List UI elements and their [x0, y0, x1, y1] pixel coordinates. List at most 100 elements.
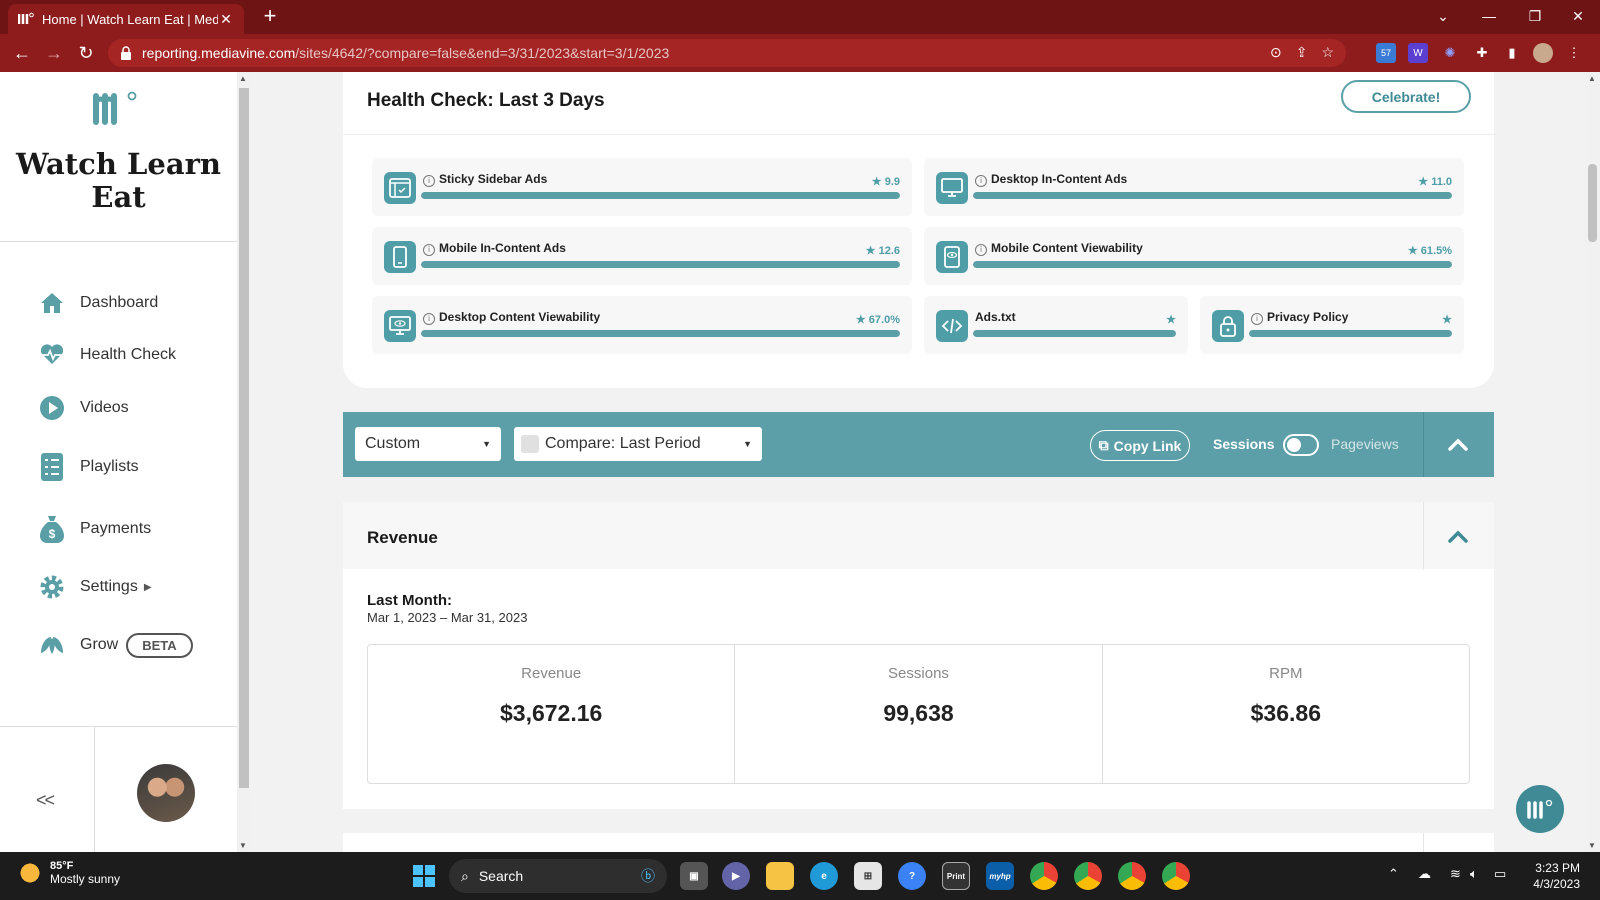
- tray-overflow-icon[interactable]: ⌃: [1388, 866, 1399, 882]
- compare-value: Compare: Last Period: [545, 435, 701, 452]
- wifi-icon[interactable]: ≋: [1450, 866, 1461, 882]
- revenue-stats: Revenue $3,672.16 Sessions 99,638 RPM $3…: [367, 644, 1470, 784]
- taskbar-search[interactable]: ⌕ Search ⓑ: [449, 859, 667, 893]
- forward-icon[interactable]: →: [42, 41, 66, 65]
- star-icon: ★: [871, 176, 882, 188]
- filter-bar: Custom ▼ Compare: Last Period ▼ ⧉ Copy L…: [343, 412, 1494, 477]
- print-app-icon[interactable]: Print: [942, 862, 970, 890]
- myhp-icon[interactable]: myhp: [986, 862, 1014, 890]
- new-tab-icon[interactable]: +: [258, 4, 282, 28]
- bing-icon: ⓑ: [641, 868, 655, 884]
- scroll-up-arrow-icon[interactable]: ▲: [1588, 74, 1596, 83]
- battery-icon[interactable]: ▭: [1494, 866, 1506, 882]
- page-scrollbar[interactable]: ▲ ▼: [1585, 72, 1600, 852]
- scrollbar-thumb[interactable]: [1588, 164, 1597, 242]
- info-icon[interactable]: i: [423, 313, 435, 325]
- user-avatar[interactable]: [137, 764, 195, 822]
- edge-browser-icon[interactable]: e: [810, 862, 838, 890]
- scroll-down-arrow-icon[interactable]: ▼: [1588, 841, 1596, 850]
- browser-tab[interactable]: Home | Watch Learn Eat | Mediav ✕: [8, 4, 244, 34]
- metric-mobile-in-content-ads[interactable]: i Mobile In-Content Ads ★ 12.6: [372, 227, 912, 285]
- side-panel-icon[interactable]: ▮: [1502, 43, 1522, 63]
- sidebar-item-health-check[interactable]: Health Check: [38, 340, 176, 370]
- divider: [94, 727, 95, 857]
- health-check-title: Health Check: Last 3 Days: [367, 90, 605, 111]
- info-icon[interactable]: i: [423, 175, 435, 187]
- metric-value: ★: [1442, 313, 1452, 326]
- lock-icon: [1212, 310, 1244, 342]
- volume-icon[interactable]: 🔈︎: [1470, 866, 1478, 882]
- metric-label: Mobile Content Viewability: [991, 241, 1143, 255]
- reload-icon[interactable]: ↻: [74, 41, 98, 65]
- sidebar-item-payments[interactable]: $ Payments: [38, 514, 151, 544]
- url-bar[interactable]: reporting.mediavine.com/sites/4642/?comp…: [108, 39, 1346, 67]
- scroll-up-arrow-icon[interactable]: ▲: [239, 74, 247, 83]
- metric-privacy-policy[interactable]: i Privacy Policy ★: [1200, 296, 1464, 354]
- chevron-up-icon[interactable]: [1443, 522, 1473, 552]
- info-icon[interactable]: i: [1251, 313, 1263, 325]
- copy-link-button[interactable]: ⧉ Copy Link: [1090, 430, 1190, 461]
- beta-badge: BETA: [126, 632, 193, 658]
- metric-desktop-content-viewability[interactable]: i Desktop Content Viewability ★ 67.0%: [372, 296, 912, 354]
- metric-ads-txt[interactable]: Ads.txt ★: [924, 296, 1188, 354]
- chat-app-icon[interactable]: ▶: [722, 862, 750, 890]
- scrollbar-thumb[interactable]: [239, 88, 249, 788]
- clock[interactable]: 3:23 PM 4/3/2023: [1518, 860, 1580, 892]
- menu-kebab-icon[interactable]: ⋮: [1564, 43, 1584, 63]
- mediavine-logo-icon: [93, 91, 137, 125]
- caret-down-icon: ▼: [743, 439, 752, 449]
- chrome-icon[interactable]: [1162, 862, 1190, 890]
- install-app-icon[interactable]: ⊙: [1270, 44, 1282, 61]
- date-range-value: Custom: [365, 435, 421, 452]
- sessions-label[interactable]: Sessions: [1213, 436, 1274, 452]
- star-icon: ★: [1418, 176, 1429, 188]
- onedrive-icon[interactable]: ☁: [1418, 866, 1431, 882]
- metric-mobile-content-viewability[interactable]: i Mobile Content Viewability ★ 61.5%: [924, 227, 1464, 285]
- compare-checkbox[interactable]: [521, 435, 539, 453]
- metric-sticky-sidebar-ads[interactable]: i Sticky Sidebar Ads ★ 9.9: [372, 158, 912, 216]
- file-explorer-icon[interactable]: [766, 862, 794, 890]
- tab-search-icon[interactable]: ⌄: [1420, 0, 1466, 32]
- task-view-icon[interactable]: ▣: [680, 862, 708, 890]
- back-icon[interactable]: ←: [10, 41, 34, 65]
- sidebar-item-dashboard[interactable]: Dashboard: [38, 288, 158, 318]
- help-icon[interactable]: ?: [898, 862, 926, 890]
- scroll-down-arrow-icon[interactable]: ▼: [239, 841, 247, 850]
- info-icon[interactable]: i: [975, 175, 987, 187]
- date-range-select[interactable]: Custom ▼: [355, 427, 501, 461]
- chevron-up-icon[interactable]: [1443, 430, 1473, 460]
- pageviews-label[interactable]: Pageviews: [1331, 436, 1399, 452]
- celebrate-button[interactable]: Celebrate!: [1341, 80, 1471, 113]
- extension-icon[interactable]: W: [1408, 43, 1428, 63]
- compare-select[interactable]: Compare: Last Period ▼: [514, 427, 762, 461]
- metric-desktop-in-content-ads[interactable]: i Desktop In-Content Ads ★ 11.0: [924, 158, 1464, 216]
- bookmark-star-icon[interactable]: ☆: [1321, 44, 1334, 61]
- chrome-icon[interactable]: [1074, 862, 1102, 890]
- sidebar-item-playlists[interactable]: Playlists: [38, 452, 139, 482]
- collapse-sidebar-button[interactable]: <<: [36, 790, 55, 811]
- weather-widget[interactable]: 85°F Mostly sunny: [18, 860, 120, 886]
- restore-icon[interactable]: ❐: [1512, 0, 1558, 32]
- sessions-pageviews-toggle[interactable]: [1283, 434, 1319, 456]
- chat-button[interactable]: [1516, 785, 1564, 833]
- windows-start-icon[interactable]: [410, 862, 438, 890]
- share-icon[interactable]: ⇪: [1296, 44, 1308, 61]
- minimize-icon[interactable]: —: [1466, 0, 1512, 32]
- extensions-puzzle-icon[interactable]: ✚: [1472, 43, 1492, 63]
- close-tab-icon[interactable]: ✕: [218, 11, 234, 28]
- sidebar-item-settings[interactable]: Settings ▶: [38, 572, 152, 602]
- extension-icon[interactable]: 57: [1376, 43, 1396, 63]
- sidebar-item-grow[interactable]: Grow BETA: [38, 630, 193, 660]
- sidebar-scrollbar[interactable]: ▲ ▼: [237, 72, 251, 852]
- sidebar-item-videos[interactable]: Videos: [38, 393, 129, 423]
- window-close-icon[interactable]: ✕: [1556, 0, 1600, 32]
- star-icon: ★: [855, 314, 866, 326]
- info-icon[interactable]: i: [423, 244, 435, 256]
- store-icon[interactable]: ⊞: [854, 862, 882, 890]
- profile-avatar-icon[interactable]: [1533, 43, 1553, 63]
- chrome-icon[interactable]: [1030, 862, 1058, 890]
- extension-icon[interactable]: ✺: [1440, 43, 1460, 63]
- chrome-icon[interactable]: [1118, 862, 1146, 890]
- sidebar-layout-icon: [384, 172, 416, 204]
- info-icon[interactable]: i: [975, 244, 987, 256]
